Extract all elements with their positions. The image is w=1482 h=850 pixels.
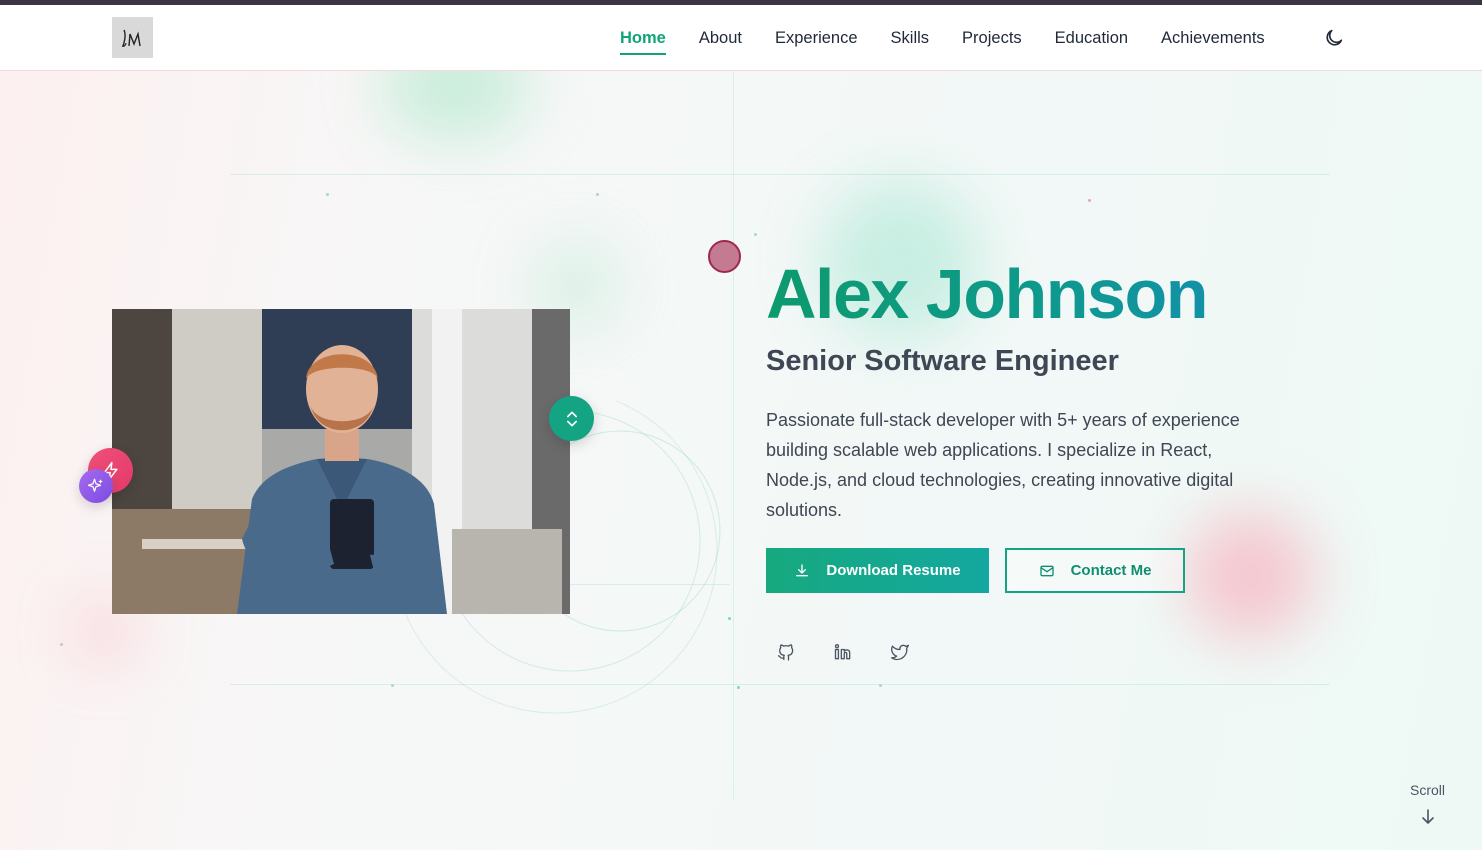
download-icon xyxy=(796,563,809,576)
grid-line xyxy=(230,174,1330,175)
hero-section: Alex Johnson Senior Software Engineer Pa… xyxy=(0,71,1482,850)
bg-dot xyxy=(391,684,394,687)
logo[interactable] xyxy=(112,17,153,58)
bg-dot xyxy=(879,684,882,687)
bg-dot xyxy=(1088,199,1091,202)
chevrons-up-down-icon xyxy=(566,411,577,426)
navbar: Home About Experience Skills Projects Ed… xyxy=(0,5,1482,71)
bg-dot xyxy=(728,617,731,620)
download-resume-button[interactable]: Download Resume xyxy=(766,548,989,593)
sparkles-icon xyxy=(87,478,103,492)
bg-dot xyxy=(737,686,740,689)
download-resume-label: Download Resume xyxy=(826,562,961,579)
nav-skills[interactable]: Skills xyxy=(891,29,930,48)
contact-me-label: Contact Me xyxy=(1070,562,1152,579)
arrow-down-icon[interactable] xyxy=(1421,809,1435,825)
hero-title: Senior Software Engineer xyxy=(766,345,1119,377)
contact-me-button[interactable]: Contact Me xyxy=(1005,548,1185,593)
github-icon[interactable] xyxy=(776,642,796,662)
code-badge xyxy=(549,396,594,441)
logo-mark xyxy=(121,29,141,47)
decorative-dot xyxy=(708,240,741,273)
nav-projects[interactable]: Projects xyxy=(962,29,1022,48)
hero-description: Passionate full-stack developer with 5+ … xyxy=(766,410,1240,520)
linkedin-icon[interactable] xyxy=(833,642,853,662)
bg-dot xyxy=(60,643,63,646)
nav-links: Home About Experience Skills Projects Ed… xyxy=(620,5,1298,71)
profile-photo xyxy=(112,309,570,614)
nav-home[interactable]: Home xyxy=(620,29,666,55)
nav-achievements[interactable]: Achievements xyxy=(1161,29,1265,48)
nav-education[interactable]: Education xyxy=(1055,29,1128,48)
bg-dot xyxy=(754,233,757,236)
hero-name: Alex Johnson xyxy=(766,255,1208,333)
scroll-label: Scroll xyxy=(1410,782,1446,798)
bg-blob xyxy=(380,71,530,141)
bg-dot xyxy=(326,193,329,196)
nav-experience[interactable]: Experience xyxy=(775,29,858,48)
sparkle-badge xyxy=(79,469,113,503)
twitter-icon[interactable] xyxy=(890,642,910,662)
bg-dot xyxy=(596,193,599,196)
nav-about[interactable]: About xyxy=(699,29,742,48)
moon-icon[interactable] xyxy=(1323,27,1345,49)
bg-blob xyxy=(1185,511,1315,641)
mail-icon xyxy=(1039,565,1054,576)
